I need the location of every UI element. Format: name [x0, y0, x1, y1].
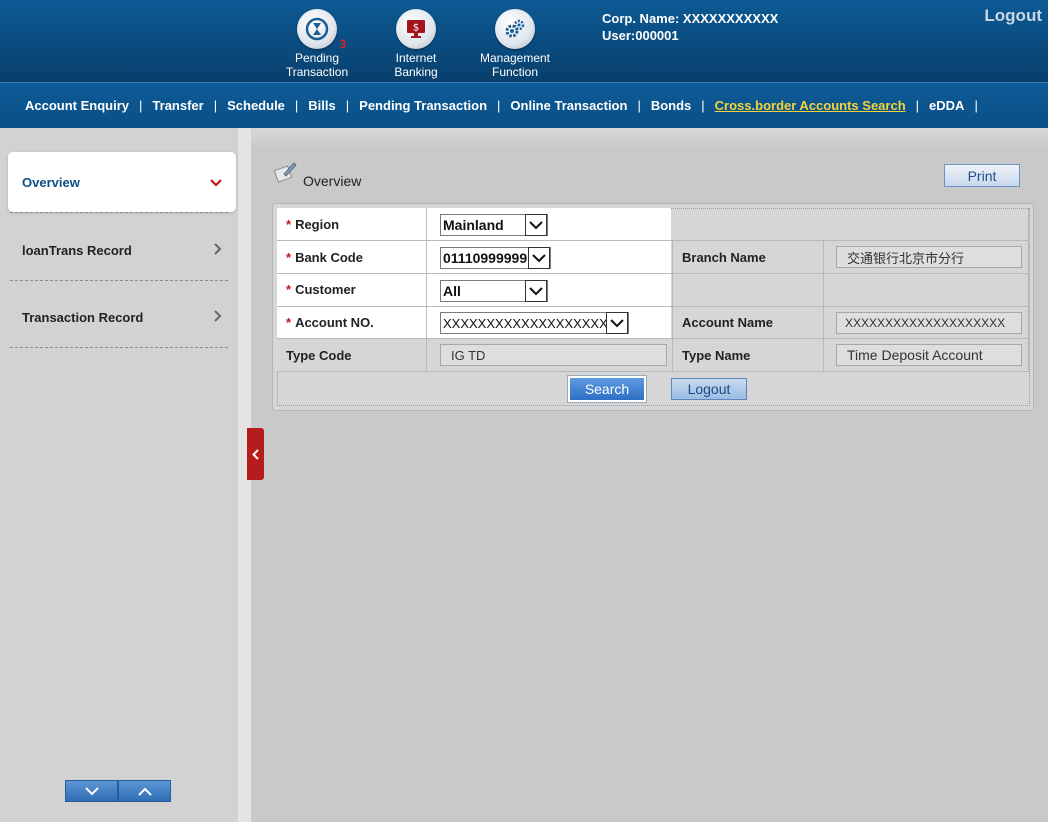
sidebar-separator — [10, 212, 228, 213]
management-function-shortcut[interactable]: Management Function — [470, 9, 560, 79]
customer-select[interactable]: All — [440, 280, 548, 302]
nav-separator: | — [974, 97, 978, 113]
account-no-value: XXXXXXXXXXXXXXXXXXXX — [443, 315, 617, 331]
customer-label-text: Customer — [295, 282, 356, 297]
chevron-down-icon — [84, 786, 99, 795]
pending-label-2: Transaction — [285, 65, 349, 79]
branch-name-field: 交通银行北京市分行 — [836, 246, 1022, 268]
sidebar-item-transaction-record[interactable]: Transaction Record — [8, 287, 236, 347]
nav-bills[interactable]: Bills — [298, 98, 345, 113]
grid-line — [277, 240, 1029, 241]
type-code-field: IG TD — [440, 344, 667, 366]
header-logout-link[interactable]: Logout — [984, 6, 1042, 26]
required-mark: * — [286, 315, 292, 330]
nav-edda[interactable]: eDDA — [919, 98, 974, 113]
type-name-label: Type Name — [673, 339, 823, 371]
region-label: * Region — [277, 208, 427, 241]
main-nav: Account Enquiry | Transfer | Schedule | Bil… — [0, 82, 1048, 128]
pending-count-badge: 3 — [339, 37, 346, 51]
grid-line — [672, 241, 673, 371]
management-label-2: Function — [491, 65, 539, 79]
chevron-down-icon — [210, 175, 222, 190]
chevron-up-icon — [137, 787, 152, 796]
chevron-down-icon — [606, 312, 628, 334]
top-header: 3 Pending Transaction $ Internet Banking… — [0, 0, 1048, 82]
grid-line — [277, 338, 1029, 339]
account-no-select[interactable]: XXXXXXXXXXXXXXXXXXXX — [440, 312, 629, 334]
chevron-down-icon — [525, 214, 547, 236]
branch-name-label: Branch Name — [673, 241, 823, 273]
management-label-1: Management — [479, 51, 551, 65]
user-id: User:000001 — [602, 28, 679, 43]
sidebar-item-overview[interactable]: Overview — [8, 152, 236, 212]
pending-label-1: Pending — [294, 51, 340, 65]
sidebar-scroll-controls — [65, 780, 171, 802]
grid-line — [277, 371, 1029, 372]
corp-name: Corp. Name: XXXXXXXXXXX — [602, 11, 779, 26]
collapse-sidebar-button[interactable] — [247, 428, 264, 480]
sidebar-item-label: Overview — [22, 174, 80, 190]
grid-line — [277, 306, 1029, 307]
monitor-dollar-icon: $ — [396, 9, 436, 49]
grid-line — [823, 241, 824, 371]
corp-info: Corp. Name: XXXXXXXXXXX User:000001 — [602, 10, 778, 44]
grid-line — [277, 273, 1029, 274]
chevron-right-icon — [214, 242, 222, 258]
svg-text:$: $ — [413, 23, 419, 34]
sidebar-item-label: Transaction Record — [22, 309, 144, 325]
sidebar-separator — [10, 280, 228, 281]
sidebar-item-label: loanTrans Record — [22, 242, 132, 258]
nav-online-transaction[interactable]: Online Transaction — [500, 98, 637, 113]
internet-banking-shortcut[interactable]: $ Internet Banking — [371, 9, 461, 79]
account-no-label: * Account NO. — [277, 306, 427, 339]
nav-bonds[interactable]: Bonds — [641, 98, 701, 113]
grid-line — [426, 208, 427, 371]
customer-value: All — [443, 283, 461, 299]
pending-transaction-shortcut[interactable]: 3 Pending Transaction — [272, 9, 362, 79]
internet-banking-label-1: Internet — [395, 51, 437, 65]
page-title: Overview — [303, 173, 362, 189]
pencil-document-icon — [273, 160, 298, 189]
search-button[interactable]: Search — [568, 376, 646, 402]
gears-icon — [495, 9, 535, 49]
sidebar-separator — [10, 347, 228, 348]
account-no-label-text: Account NO. — [295, 315, 374, 330]
bank-code-label: * Bank Code — [277, 241, 427, 273]
nav-account-enquiry[interactable]: Account Enquiry — [15, 98, 139, 113]
internet-banking-label-2: Banking — [394, 65, 438, 79]
print-button[interactable]: Print — [944, 164, 1020, 187]
logout-button[interactable]: Logout — [671, 378, 747, 400]
nav-schedule[interactable]: Schedule — [217, 98, 295, 113]
sidebar-item-loantrans-record[interactable]: loanTrans Record — [8, 220, 236, 280]
type-code-label: Type Code — [277, 339, 427, 371]
page-heading: Overview — [273, 160, 362, 189]
chevron-right-icon — [214, 309, 222, 325]
chevron-left-icon — [252, 448, 259, 460]
hourglass-refresh-icon: 3 — [297, 9, 346, 51]
bank-code-label-text: Bank Code — [295, 249, 363, 265]
bank-code-select[interactable]: 01110999999 — [440, 247, 551, 269]
scroll-down-button[interactable] — [65, 780, 118, 802]
required-mark: * — [286, 249, 292, 265]
grid-line — [1028, 208, 1029, 371]
required-mark: * — [286, 282, 292, 297]
chevron-down-icon — [525, 280, 547, 302]
nav-pending-transaction[interactable]: Pending Transaction — [349, 98, 497, 113]
scroll-up-button[interactable] — [118, 780, 171, 802]
region-label-text: Region — [295, 217, 340, 232]
account-name-field: XXXXXXXXXXXXXXXXXXXX — [836, 312, 1022, 334]
bank-code-value: 01110999999 — [443, 250, 528, 266]
customer-label: * Customer — [277, 273, 427, 306]
region-select[interactable]: Mainland — [440, 214, 548, 236]
nav-cross-border-accounts-search[interactable]: Cross.border Accounts Search — [705, 98, 916, 113]
region-value: Mainland — [443, 217, 504, 233]
nav-transfer[interactable]: Transfer — [142, 98, 213, 113]
account-name-label: Account Name — [673, 306, 823, 339]
required-mark: * — [286, 217, 292, 232]
chevron-down-icon — [528, 247, 550, 269]
type-name-field: Time Deposit Account — [836, 344, 1022, 366]
